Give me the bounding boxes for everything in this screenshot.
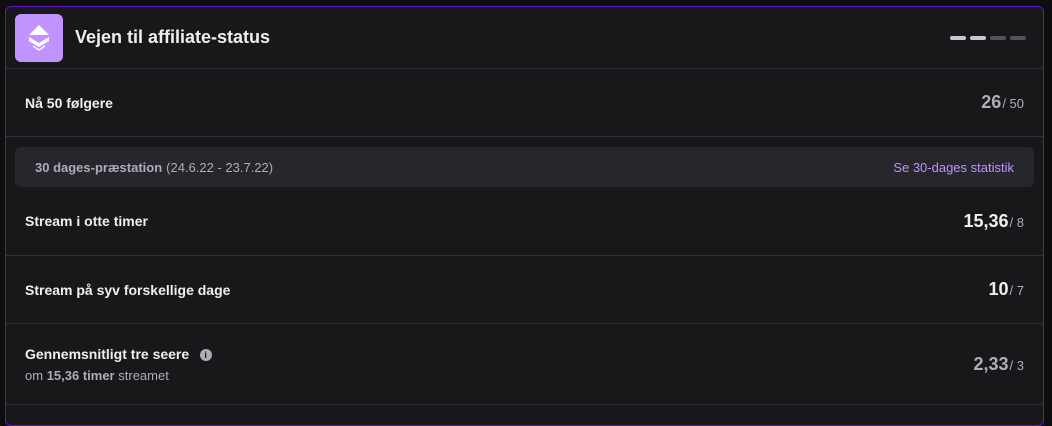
pager-dot-2[interactable] bbox=[970, 35, 986, 40]
followers-value: 26 / 50 bbox=[981, 92, 1024, 113]
card-title: Vejen til affiliate-status bbox=[75, 27, 271, 47]
viewers-subtext: om 15,36 timer streamet bbox=[25, 368, 212, 383]
stream-days-label: Stream på syv forskellige dage bbox=[25, 281, 231, 298]
info-icon[interactable]: i bbox=[199, 348, 212, 361]
viewers-sub-suffix: streamet bbox=[118, 367, 169, 383]
performance-label: 30 dages-præstation bbox=[35, 159, 163, 175]
followers-current: 26 bbox=[981, 92, 1002, 112]
viewers-label: Gennemsnitligt tre seere bbox=[25, 345, 190, 362]
affiliate-card: Vejen til affiliate-status Nå 50 følgere… bbox=[5, 6, 1044, 426]
viewers-text: Gennemsnitligt tre seere i om 15,36 time… bbox=[25, 346, 212, 383]
performance-wrap: 30 dages-præstation (24.6.22 - 23.7.22) … bbox=[6, 137, 1043, 187]
viewers-current: 2,33 bbox=[973, 353, 1009, 374]
viewers-row: Gennemsnitligt tre seere i om 15,36 time… bbox=[6, 324, 1043, 405]
affiliate-logo bbox=[15, 13, 63, 62]
card-pager[interactable] bbox=[950, 35, 1026, 40]
stream-hours-row: Stream i otte timer 15,36 / 8 bbox=[6, 187, 1043, 256]
pager-dot-1[interactable] bbox=[950, 35, 966, 40]
pager-dot-3[interactable] bbox=[990, 35, 1006, 40]
followers-label: Nå 50 følgere bbox=[25, 94, 113, 111]
stream-hours-goal: / 8 bbox=[1009, 214, 1024, 230]
stream-days-value: 10 / 7 bbox=[989, 279, 1025, 300]
followers-row: Nå 50 følgere 26 / 50 bbox=[6, 69, 1043, 137]
see-30-day-stats-link[interactable]: Se 30-dages statistik bbox=[893, 160, 1014, 175]
affiliate-badge-icon bbox=[29, 24, 49, 51]
viewers-value: 2,33 / 3 bbox=[973, 354, 1024, 375]
viewers-sub-hours: 15,36 timer bbox=[46, 367, 115, 383]
stream-days-row: Stream på syv forskellige dage 10 / 7 bbox=[6, 256, 1043, 324]
viewers-sub-prefix: om bbox=[25, 367, 44, 383]
stream-hours-current: 15,36 bbox=[963, 210, 1009, 231]
stream-days-current: 10 bbox=[988, 279, 1009, 299]
stream-hours-value: 15,36 / 8 bbox=[963, 211, 1024, 232]
stream-days-goal: / 7 bbox=[1009, 283, 1024, 298]
followers-goal: / 50 bbox=[1002, 96, 1024, 111]
performance-date-range: (24.6.22 - 23.7.22) bbox=[166, 159, 274, 175]
card-header: Vejen til affiliate-status bbox=[6, 7, 1043, 69]
viewers-goal: / 3 bbox=[1009, 357, 1024, 373]
stream-hours-label: Stream i otte timer bbox=[25, 213, 148, 229]
pager-dot-4[interactable] bbox=[1010, 35, 1026, 40]
performance-bar: 30 dages-præstation (24.6.22 - 23.7.22) … bbox=[15, 147, 1034, 187]
